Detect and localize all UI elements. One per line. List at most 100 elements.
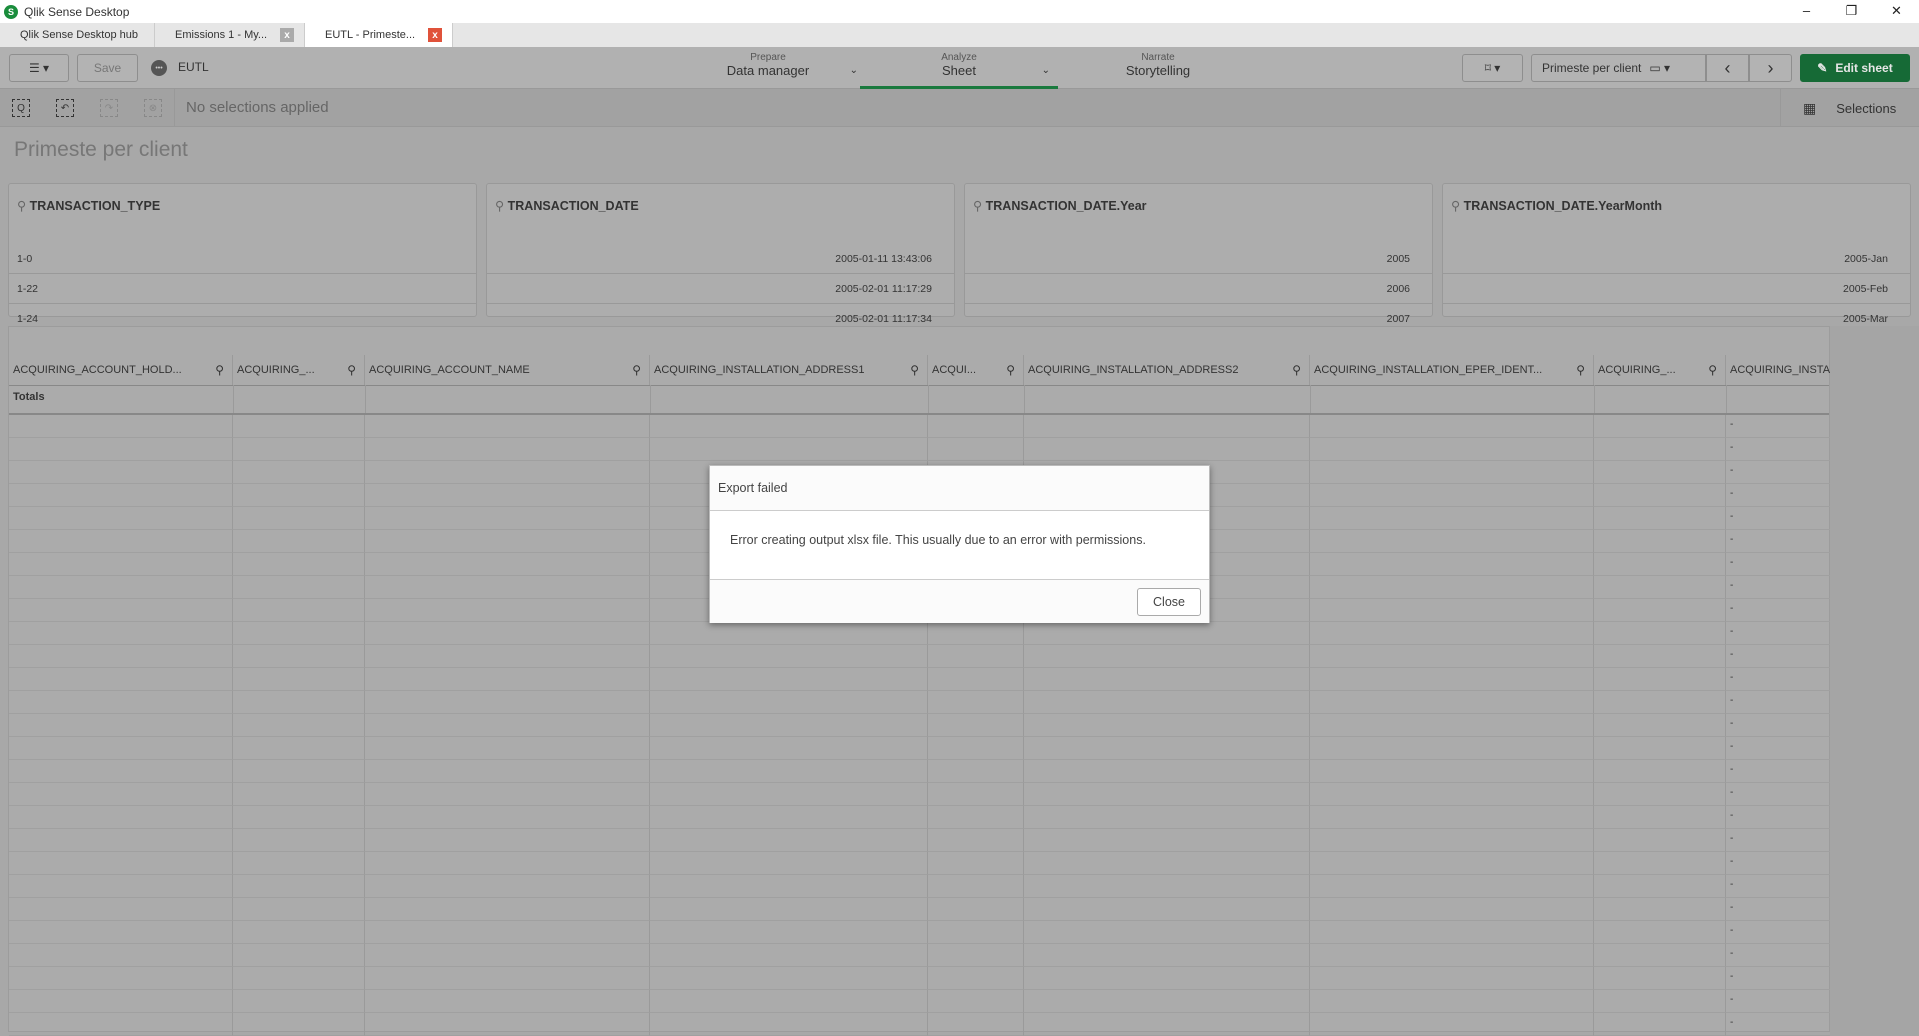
table-cell	[365, 645, 650, 668]
search-icon[interactable]: ⚲	[1451, 199, 1464, 213]
table-cell	[1594, 944, 1726, 967]
nav-narrate[interactable]: Narrate Storytelling	[1078, 47, 1238, 89]
filter-pane-title: ⚲ TRANSACTION_DATE	[495, 198, 639, 213]
table-cell	[650, 852, 928, 875]
previous-sheet-button[interactable]: ‹	[1706, 54, 1749, 82]
clear-selections-icon[interactable]: ⊗	[144, 99, 162, 117]
filter-pane[interactable]: ⚲ TRANSACTION_DATE.YearMonth 2005-Jan 2005…	[1442, 183, 1911, 334]
filter-value[interactable]: 2005	[965, 244, 1432, 274]
search-icon[interactable]: ⚲	[17, 199, 30, 213]
totals-label: Totals	[13, 391, 45, 403]
table-cell: -	[1726, 507, 1831, 530]
search-icon[interactable]: ⚲	[495, 199, 508, 213]
filter-value-label: 2005-01-11 13:43:06	[835, 252, 932, 265]
table-cell	[1024, 438, 1310, 461]
table-cell	[233, 415, 365, 438]
save-button[interactable]: Save	[77, 54, 138, 82]
column-header[interactable]: ACQUIRING_INSTALLATION_ADDRESS2 ⚲	[1024, 355, 1310, 385]
cell-value: -	[1730, 626, 1734, 637]
filter-pane[interactable]: ⚲ TRANSACTION_TYPE 1-0 1-22 1-24	[8, 183, 477, 334]
close-tab-icon[interactable]: x	[280, 28, 294, 42]
close-button[interactable]: Close	[1137, 588, 1201, 616]
search-icon[interactable]: ⚲	[1006, 363, 1015, 377]
selections-tool-button[interactable]: ▦ Selections	[1780, 89, 1919, 127]
column-header[interactable]: ACQUIRING_... ⚲	[1594, 355, 1726, 385]
table-cell	[365, 737, 650, 760]
table-cell: -	[1726, 553, 1831, 576]
nav-analyze[interactable]: Analyze Sheet ⌄	[860, 47, 1058, 89]
column-header[interactable]: ACQUIRING_ACCOUNT_NAME ⚲	[365, 355, 650, 385]
maximize-button[interactable]: ❐	[1829, 0, 1874, 22]
column-header[interactable]: ACQUIRING_INSTALLATION_EPER_IDENT... ⚲	[1310, 355, 1594, 385]
table-cell: -	[1726, 484, 1831, 507]
export-failed-dialog: Export failed Error creating output xlsx…	[709, 465, 1210, 623]
table-cell: -	[1726, 668, 1831, 691]
table-cell	[1310, 668, 1594, 691]
app-options-icon[interactable]: •••	[151, 60, 167, 76]
table-cell	[365, 530, 650, 553]
tab-emissions[interactable]: Emissions 1 - My... x	[155, 23, 305, 47]
column-header-label: ACQUIRING_INSTALLATION_ADDRESS2	[1028, 364, 1239, 376]
close-window-button[interactable]: ✕	[1874, 0, 1919, 22]
search-icon[interactable]: ⚲	[347, 363, 356, 377]
table-cell	[1594, 967, 1726, 990]
filter-value[interactable]: 2005-01-11 13:43:06	[487, 244, 954, 274]
search-icon[interactable]: ⚲	[910, 363, 919, 377]
nav-prepare[interactable]: Prepare Data manager ⌄	[688, 47, 858, 89]
search-icon[interactable]: ⚲	[973, 199, 986, 213]
table-cell	[1310, 1013, 1594, 1036]
sheet-selector[interactable]: Primeste per client ▭ ▾	[1531, 54, 1706, 82]
table-cell	[1310, 553, 1594, 576]
search-icon[interactable]: ⚲	[1576, 363, 1585, 377]
filter-value[interactable]: 2005-Jan	[1443, 244, 1910, 274]
chevron-down-icon[interactable]: ⌄	[1042, 65, 1050, 76]
table-cell	[1594, 507, 1726, 530]
table-cell: -	[1726, 530, 1831, 553]
table-cell	[650, 1013, 928, 1036]
table-cell	[1310, 967, 1594, 990]
close-tab-icon[interactable]: x	[428, 28, 442, 42]
global-menu-button[interactable]: ☰ ▾	[9, 54, 69, 82]
filter-value[interactable]: 2005-02-01 11:17:29	[487, 274, 954, 304]
filter-pane[interactable]: ⚲ TRANSACTION_DATE.Year 2005 2006 2007	[964, 183, 1433, 334]
table-cell	[928, 967, 1024, 990]
table-cell	[9, 806, 233, 829]
search-icon[interactable]: ⚲	[1292, 363, 1301, 377]
filter-value[interactable]: 2005-Feb	[1443, 274, 1910, 304]
search-icon[interactable]: ⚲	[632, 363, 641, 377]
step-back-icon[interactable]: ↶	[56, 99, 74, 117]
smart-search-icon[interactable]: Q	[12, 99, 30, 117]
step-forward-icon[interactable]: ↷	[100, 99, 118, 117]
column-header[interactable]: ACQUIRING_... ⚲	[233, 355, 365, 385]
next-sheet-button[interactable]: ›	[1749, 54, 1792, 82]
table-cell	[233, 760, 365, 783]
column-header[interactable]: ACQUIRING_INSTALLATION_ADDRESS1 ⚲	[650, 355, 928, 385]
table-cell	[233, 990, 365, 1013]
minimize-button[interactable]: –	[1784, 0, 1829, 22]
table-cell	[9, 829, 233, 852]
filter-value[interactable]: 2006	[965, 274, 1432, 304]
cell-value: -	[1730, 603, 1734, 614]
table-cell	[365, 668, 650, 691]
chevron-down-icon[interactable]: ⌄	[850, 65, 858, 76]
table-cell	[650, 829, 928, 852]
edit-sheet-button[interactable]: ✎ Edit sheet	[1800, 54, 1910, 82]
table-cell: -	[1726, 760, 1831, 783]
table-cell	[365, 898, 650, 921]
filter-pane[interactable]: ⚲ TRANSACTION_DATE 2005-01-11 13:43:06 200…	[486, 183, 955, 334]
column-header[interactable]: ACQUI... ⚲	[928, 355, 1024, 385]
filter-value[interactable]: 1-22	[9, 274, 476, 304]
table-cell	[1594, 691, 1726, 714]
column-header[interactable]: ACQUIRING_ACCOUNT_HOLD... ⚲	[9, 355, 233, 385]
search-icon[interactable]: ⚲	[215, 363, 224, 377]
filter-value-label: 2007	[1386, 312, 1410, 325]
table-cell	[1594, 921, 1726, 944]
tab-hub[interactable]: Qlik Sense Desktop hub	[0, 23, 155, 47]
tab-eutl[interactable]: EUTL - Primeste... x	[305, 23, 453, 47]
filter-value[interactable]: 1-0	[9, 244, 476, 274]
cell-value: -	[1730, 534, 1734, 545]
table-cell	[1310, 691, 1594, 714]
bookmark-button[interactable]: ⌑ ▾	[1462, 54, 1523, 82]
search-icon[interactable]: ⚲	[1708, 363, 1717, 377]
column-header[interactable]: ACQUIRING_INSTA	[1726, 355, 1831, 385]
